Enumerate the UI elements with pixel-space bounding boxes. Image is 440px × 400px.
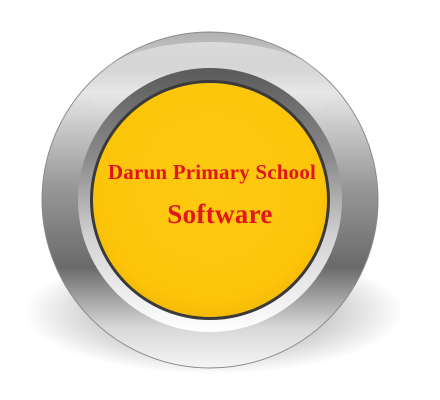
- button-title-line2: Software: [167, 199, 273, 229]
- button-title-line1: Darun Primary School: [107, 160, 317, 184]
- software-launch-button[interactable]: Darun Primary School Software: [0, 0, 440, 400]
